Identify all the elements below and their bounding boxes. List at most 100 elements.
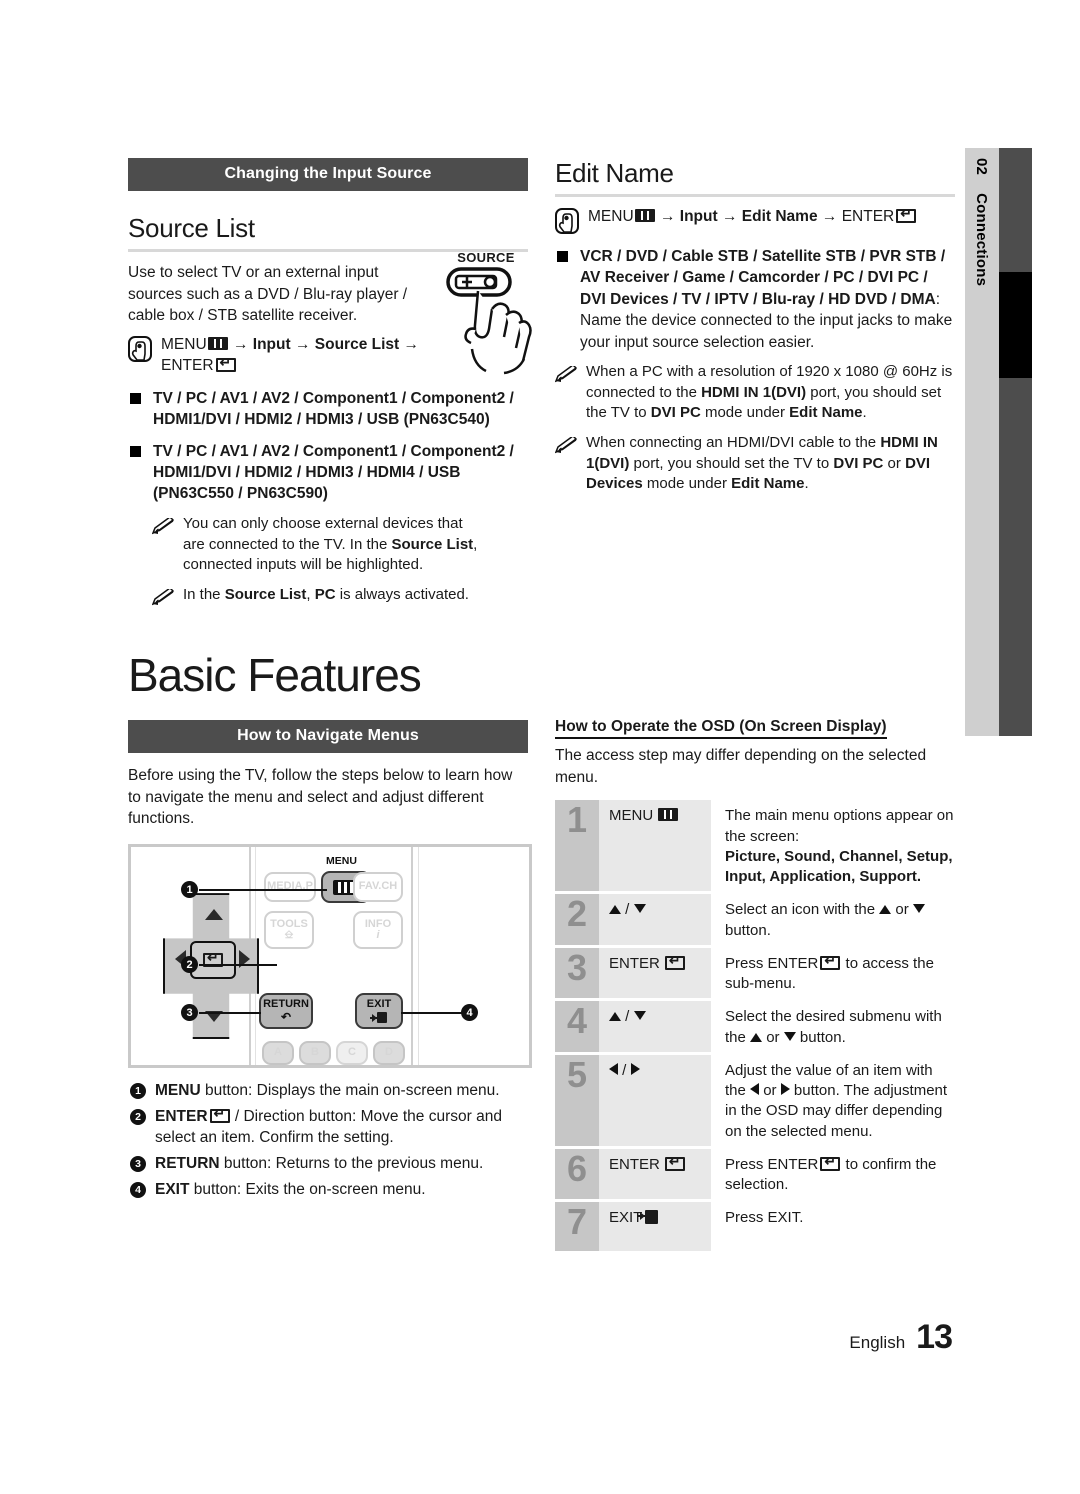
bullet-input-list-c550-c590: TV / PC / AV1 / AV2 / Component1 / Compo… bbox=[128, 441, 516, 505]
osd-step-description: Select an icon with the or button. bbox=[711, 894, 955, 945]
remote-menu-caption: MENU bbox=[326, 855, 357, 868]
note-bold-hdmi-in-1: HDMI IN 1(DVI) bbox=[701, 383, 807, 401]
heading-source-list: Source List bbox=[128, 213, 255, 243]
remote-button-label: D bbox=[385, 1046, 393, 1059]
legend-marker: 3 bbox=[130, 1156, 146, 1173]
callout-leader-1 bbox=[199, 889, 327, 891]
manual-page: 02 Connections Changing the Input Source… bbox=[0, 0, 1080, 1494]
remote-button-info[interactable]: INFO i bbox=[353, 911, 403, 950]
note-part-1: When connecting an HDMI/DVI cable to the bbox=[586, 433, 881, 451]
remote-button-media-p[interactable]: MEDIA.P bbox=[264, 872, 316, 903]
path-menu-label: MENU bbox=[588, 208, 634, 225]
dpad-up-icon[interactable] bbox=[205, 909, 223, 921]
exit-glyph-icon bbox=[638, 1210, 659, 1225]
remote-button-label: MEDIA.P bbox=[267, 880, 313, 893]
note-post: is always activated. bbox=[335, 585, 469, 603]
menu-glyph-icon bbox=[658, 808, 679, 822]
return-arrow-icon: ↶ bbox=[280, 1009, 292, 1024]
path-arrow-1: → bbox=[659, 208, 676, 225]
path-enter-label: ENTER bbox=[841, 208, 895, 225]
remote-button-color-b[interactable]: B bbox=[299, 1041, 331, 1066]
bullet-square-icon bbox=[557, 251, 568, 262]
note-part-4: . bbox=[862, 404, 867, 422]
source-list-intro: Use to select TV or an external input so… bbox=[128, 264, 408, 325]
note-bold-dvi-pc: DVI PC bbox=[833, 454, 884, 472]
note-bold-edit-name: Edit Name bbox=[731, 475, 805, 493]
remote-legend-list: 1 MENU button: Displays the main on-scre… bbox=[128, 1080, 528, 1200]
osd-step-number: 4 bbox=[555, 1001, 599, 1052]
osd-step-description: Press EXIT. bbox=[711, 1202, 955, 1251]
remote-button-tools[interactable]: TOOLS ⎒ bbox=[264, 911, 314, 950]
note-part-3: or bbox=[883, 454, 906, 472]
remote-button-color-c[interactable]: C bbox=[336, 1041, 368, 1066]
pencil-note-icon bbox=[555, 365, 578, 383]
note-text: When a PC with a resolution of 1920 x 10… bbox=[586, 362, 955, 424]
path-source-list-text: MENU → Input → Source List → ENTER bbox=[161, 335, 419, 376]
arrow-up-icon bbox=[879, 905, 892, 915]
menu-glyph-icon bbox=[207, 337, 228, 351]
remote-button-return[interactable]: RETURN ↶ bbox=[259, 993, 313, 1030]
callout-marker-3: 3 bbox=[181, 1004, 198, 1022]
osd-step-key: ENTER bbox=[599, 947, 711, 999]
footer-page-number: 13 bbox=[916, 1318, 953, 1356]
legend-text: MENU button: Displays the main on-screen… bbox=[155, 1080, 500, 1101]
callout-leader-2 bbox=[199, 964, 277, 966]
legend-item: 3 RETURN button: Returns to the previous… bbox=[128, 1153, 528, 1174]
legend-item: 2 ENTER / Direction button: Move the cur… bbox=[128, 1106, 528, 1148]
arrow-down-icon bbox=[633, 1011, 646, 1021]
arrow-up-icon bbox=[750, 1032, 763, 1042]
osd-step-row: 6 ENTER Press ENTER to confirm the selec… bbox=[555, 1148, 955, 1200]
enter-glyph-icon bbox=[664, 953, 685, 970]
heading-edit-name: Edit Name bbox=[555, 158, 674, 188]
remote-button-color-d[interactable]: D bbox=[373, 1041, 405, 1066]
osd-step-number: 3 bbox=[555, 947, 599, 999]
path-step-input: Input bbox=[252, 336, 291, 354]
legend-text: EXIT button: Exits the on-screen menu. bbox=[155, 1179, 426, 1200]
remote-dpad[interactable] bbox=[163, 893, 259, 1040]
bullet-text: TV / PC / AV1 / AV2 / Component1 / Compo… bbox=[153, 442, 514, 503]
note-bold-source-list: Source List bbox=[224, 585, 307, 603]
osd-step-key: / bbox=[599, 1054, 711, 1146]
note-bold-source-list: Source List bbox=[391, 535, 474, 553]
source-button-label: SOURCE bbox=[457, 250, 515, 265]
osd-step-number: 5 bbox=[555, 1054, 599, 1146]
callout-marker-2: 2 bbox=[181, 956, 198, 974]
remote-button-exit[interactable]: EXIT bbox=[355, 993, 403, 1030]
arrow-right-icon bbox=[630, 1062, 640, 1075]
osd-desc-bold: EXIT bbox=[767, 1209, 800, 1227]
bullet-text: VCR / DVD / Cable STB / Satellite STB / … bbox=[580, 246, 955, 353]
exit-glyph-icon bbox=[370, 1012, 387, 1024]
note-part-4: mode under bbox=[642, 475, 732, 493]
note-bold-dvi-pc: DVI PC bbox=[650, 404, 701, 422]
note-text: In the Source List, PC is always activat… bbox=[183, 585, 469, 606]
osd-step-row: 3 ENTER Press ENTER to access the sub-me… bbox=[555, 947, 955, 999]
side-marker-bottom bbox=[999, 378, 1032, 736]
remote-button-color-a[interactable]: A bbox=[262, 1041, 294, 1066]
note-hdmi-dvi-cable: When connecting an HDMI/DVI cable to the… bbox=[555, 433, 955, 495]
basic-features-section: Basic Features How to Navigate Menus Bef… bbox=[128, 652, 532, 1205]
note-text: You can only choose external devices tha… bbox=[183, 514, 482, 576]
remote-button-label: FAV.CH bbox=[358, 880, 398, 893]
legend-item: 1 MENU button: Displays the main on-scre… bbox=[128, 1080, 528, 1101]
heading-rule bbox=[555, 194, 955, 197]
note-part-5: . bbox=[804, 475, 809, 493]
legend-text: ENTER / Direction button: Move the curso… bbox=[155, 1106, 528, 1148]
remote-button-label: B bbox=[311, 1046, 319, 1059]
pencil-note-icon bbox=[152, 588, 175, 606]
hand-press-icon bbox=[128, 336, 152, 363]
enter-glyph-icon bbox=[820, 953, 841, 970]
note-mid: , bbox=[306, 585, 315, 603]
osd-step-key: EXIT bbox=[599, 1202, 711, 1252]
osd-steps-table: 1 MENU The main menu options appear on t… bbox=[555, 800, 955, 1252]
side-tab-number: 02 bbox=[973, 158, 991, 176]
note-part-3: mode under bbox=[700, 404, 790, 422]
legend-bold: EXIT bbox=[155, 1181, 190, 1199]
path-step-input: Input bbox=[679, 208, 718, 225]
arrow-up-icon bbox=[609, 1012, 621, 1022]
legend-rest: button: Returns to the previous menu. bbox=[219, 1155, 484, 1173]
navigate-menus-intro: Before using the TV, follow the steps be… bbox=[128, 767, 513, 828]
osd-step-row: 4 / Select the desired submenu with the … bbox=[555, 1001, 955, 1052]
note-part-2: port, you should set the TV to bbox=[629, 454, 834, 472]
note-connected-devices: You can only choose external devices tha… bbox=[152, 514, 482, 576]
remote-button-fav-ch[interactable]: FAV.CH bbox=[353, 872, 403, 903]
